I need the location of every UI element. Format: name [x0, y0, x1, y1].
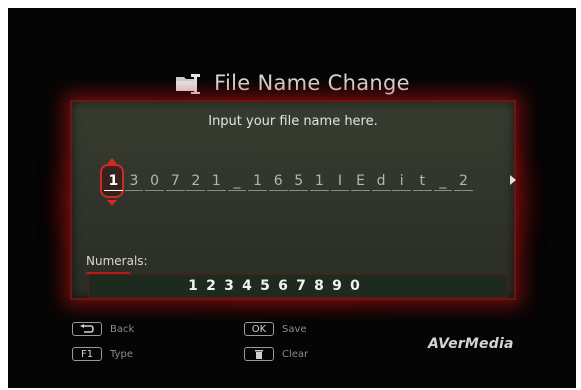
filename-char: 1 — [309, 172, 329, 191]
filename-char: 6 — [268, 172, 288, 191]
filename-char: 1 — [248, 172, 267, 191]
legend-clear: Clear — [244, 347, 308, 361]
numeral-key[interactable]: 7 — [292, 278, 310, 294]
brand-logo: AVerMedia — [428, 336, 514, 352]
cursor-down-arrow-icon[interactable] — [107, 200, 117, 206]
numeral-key[interactable]: 0 — [346, 278, 364, 294]
numeral-key[interactable]: 9 — [328, 278, 346, 294]
filename-char: 7 — [165, 172, 185, 191]
save-label: Save — [282, 323, 307, 335]
numeral-key[interactable]: 5 — [256, 278, 274, 294]
return-icon[interactable] — [72, 322, 102, 336]
clear-label: Clear — [282, 348, 309, 360]
input-prompt: Input your file name here. — [208, 114, 378, 129]
f1-key[interactable]: F1 — [72, 347, 102, 361]
numeral-key[interactable]: 3 — [220, 278, 238, 294]
cursor-up-arrow-icon[interactable] — [107, 158, 117, 164]
numeral-key[interactable]: 2 — [202, 278, 220, 294]
input-mode-label: Numerals: — [86, 254, 148, 268]
numeral-key[interactable]: 6 — [274, 278, 292, 294]
filename-char: I — [330, 172, 350, 191]
folder-rename-icon — [176, 74, 201, 94]
filename-char: _ — [433, 172, 453, 191]
dialog-header: File Name Change — [8, 68, 576, 98]
numeral-keypad: 1234567890 — [88, 274, 508, 298]
filename-char: 5 — [289, 172, 309, 191]
filename-char: i — [392, 172, 412, 191]
filename-char: 2 — [454, 172, 473, 191]
filename-char: d — [371, 172, 391, 191]
legend-back: Back — [72, 322, 134, 336]
type-label: Type — [110, 348, 133, 360]
legend-type: F1 Type — [72, 347, 133, 361]
filename-char: 0 — [145, 172, 164, 191]
osd-screen: File Name Change Input your file name he… — [8, 8, 576, 388]
filename-input[interactable]: 1 3 0 7 2 1 _ 1 6 5 1 I Ed i t _ 2 — [92, 158, 516, 206]
filename-char: 2 — [186, 172, 206, 191]
numeral-key[interactable]: 1 — [184, 278, 202, 294]
filename-char: _ — [227, 172, 247, 191]
back-label: Back — [110, 323, 135, 335]
file-name-panel: Input your file name here. 1 3 0 7 2 1 _ 1 6 5 1 I E… — [70, 100, 516, 300]
filename-characters: 1 3 0 7 2 1 _ 1 6 5 1 I Ed i t _ 2 — [104, 172, 475, 191]
filename-char: 1 — [104, 172, 123, 191]
right-arrow-icon — [510, 175, 516, 185]
trash-icon[interactable] — [244, 347, 274, 361]
numeral-key[interactable]: 8 — [310, 278, 328, 294]
legend-save: OK Save — [244, 322, 307, 336]
filename-char: 1 — [206, 172, 226, 191]
filename-char: 3 — [124, 172, 144, 191]
filename-char: t — [412, 172, 432, 191]
numeral-key[interactable]: 4 — [238, 278, 256, 294]
ok-key[interactable]: OK — [244, 322, 274, 336]
filename-char: E — [351, 172, 370, 191]
dialog-title: File Name Change — [214, 71, 410, 95]
